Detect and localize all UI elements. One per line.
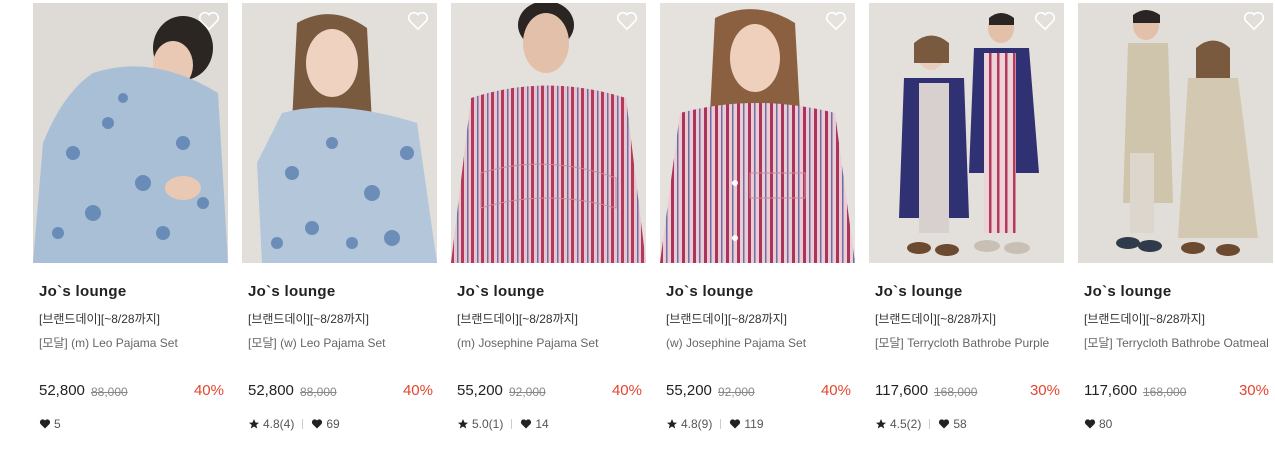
sale-price: 55,200 (666, 382, 712, 399)
product-photo (660, 3, 855, 263)
sale-price: 52,800 (248, 382, 294, 399)
product-photo (242, 3, 437, 263)
product-image[interactable] (451, 3, 646, 263)
rating-value: 4.8(4) (263, 417, 295, 431)
original-price: 92,000 (718, 385, 755, 399)
likes-count: 58 (953, 417, 967, 431)
sale-price: 117,600 (875, 382, 929, 399)
promo-label: [브랜드데이][~8/28까지] (1084, 312, 1205, 326)
sale-price: 117,600 (1084, 382, 1138, 399)
brand-name[interactable]: Jo`s lounge (1084, 283, 1171, 300)
product-photo (451, 3, 646, 263)
brand-name[interactable]: Jo`s lounge (248, 283, 335, 300)
discount-rate: 40% (820, 382, 851, 399)
product-photo (1078, 3, 1273, 263)
product-image[interactable] (33, 3, 228, 263)
product-card[interactable]: Jo`s lounge [브랜드데이][~8/28까지] (m) Josephi… (451, 3, 646, 431)
product-photo (33, 3, 228, 263)
price-row: 52,800 88,000 40% (39, 382, 224, 402)
wishlist-heart-icon[interactable] (407, 11, 429, 31)
original-price: 88,000 (300, 385, 337, 399)
discount-rate: 30% (1238, 382, 1269, 399)
star-icon (667, 419, 677, 429)
wishlist-heart-icon[interactable] (616, 11, 638, 31)
meta-divider (302, 419, 304, 429)
likes-count: 80 (1099, 417, 1113, 431)
heart-filled-icon (521, 419, 532, 429)
price-row: 55,200 92,000 40% (666, 382, 851, 402)
product-image[interactable] (660, 3, 855, 263)
product-photo (869, 3, 1064, 263)
meta-divider (929, 419, 931, 429)
promo-label: [브랜드데이][~8/28까지] (457, 312, 578, 326)
promo-label: [브랜드데이][~8/28까지] (248, 312, 369, 326)
price-row: 52,800 88,000 40% (248, 382, 433, 402)
wishlist-heart-icon[interactable] (1034, 11, 1056, 31)
original-price: 88,000 (91, 385, 128, 399)
original-price: 168,000 (934, 385, 978, 399)
meta-divider (511, 419, 513, 429)
star-icon (876, 419, 886, 429)
product-meta: 4.8(4) 69 (248, 417, 340, 433)
product-meta: 5 (39, 417, 61, 433)
brand-name[interactable]: Jo`s lounge (457, 283, 544, 300)
heart-filled-icon (730, 419, 741, 429)
promo-label: [브랜드데이][~8/28까지] (666, 312, 787, 326)
product-meta: 5.0(1) 14 (457, 417, 549, 433)
product-meta: 4.5(2) 58 (875, 417, 967, 433)
promo-label: [브랜드데이][~8/28까지] (875, 312, 996, 326)
heart-filled-icon (312, 419, 323, 429)
likes-count: 14 (535, 417, 549, 431)
wishlist-heart-icon[interactable] (1243, 11, 1265, 31)
price-row: 117,600 168,000 30% (1084, 382, 1269, 402)
rating-value: 4.5(2) (890, 417, 922, 431)
original-price: 168,000 (1143, 385, 1187, 399)
wishlist-heart-icon[interactable] (198, 11, 220, 31)
product-image[interactable] (242, 3, 437, 263)
heart-filled-icon (39, 419, 51, 429)
product-name[interactable]: (w) Josephine Pajama Set (666, 336, 852, 351)
discount-rate: 40% (402, 382, 433, 399)
star-icon (458, 419, 468, 429)
product-name[interactable]: [모달] (m) Leo Pajama Set (39, 336, 225, 351)
discount-rate: 30% (1029, 382, 1060, 399)
sale-price: 55,200 (457, 382, 503, 399)
price-row: 55,200 92,000 40% (457, 382, 642, 402)
product-name[interactable]: [모달] Terrycloth Bathrobe Purple (875, 336, 1061, 351)
discount-rate: 40% (193, 382, 224, 399)
product-name[interactable]: (m) Josephine Pajama Set (457, 336, 643, 351)
meta-divider (720, 419, 722, 429)
product-card[interactable]: Jo`s lounge [브랜드데이][~8/28까지] [모달] (m) Le… (33, 3, 228, 431)
original-price: 92,000 (509, 385, 546, 399)
product-card[interactable]: Jo`s lounge [브랜드데이][~8/28까지] [모달] (w) Le… (242, 3, 437, 431)
product-name[interactable]: [모달] Terrycloth Bathrobe Oatmeal (1084, 336, 1270, 351)
likes-count: 5 (54, 417, 61, 431)
product-meta: 4.8(9) 119 (666, 417, 764, 433)
product-card[interactable]: Jo`s lounge [브랜드데이][~8/28까지] [모달] Terryc… (1078, 3, 1273, 431)
likes-count: 69 (326, 417, 340, 431)
product-card[interactable]: Jo`s lounge [브랜드데이][~8/28까지] [모달] Terryc… (869, 3, 1064, 431)
brand-name[interactable]: Jo`s lounge (875, 283, 962, 300)
product-meta: 80 (1084, 417, 1112, 433)
promo-label: [브랜드데이][~8/28까지] (39, 312, 160, 326)
wishlist-heart-icon[interactable] (825, 11, 847, 31)
discount-rate: 40% (611, 382, 642, 399)
product-image[interactable] (869, 3, 1064, 263)
heart-filled-icon (1084, 419, 1096, 429)
product-image[interactable] (1078, 3, 1273, 263)
product-grid: Jo`s lounge [브랜드데이][~8/28까지] [모달] (m) Le… (0, 0, 1275, 468)
rating-value: 5.0(1) (472, 417, 504, 431)
price-row: 117,600 168,000 30% (875, 382, 1060, 402)
rating-value: 4.8(9) (681, 417, 713, 431)
product-card[interactable]: Jo`s lounge [브랜드데이][~8/28까지] (w) Josephi… (660, 3, 855, 431)
brand-name[interactable]: Jo`s lounge (39, 283, 126, 300)
likes-count: 119 (744, 417, 764, 431)
sale-price: 52,800 (39, 382, 85, 399)
star-icon (249, 419, 259, 429)
heart-filled-icon (939, 419, 950, 429)
product-name[interactable]: [모달] (w) Leo Pajama Set (248, 336, 434, 351)
brand-name[interactable]: Jo`s lounge (666, 283, 753, 300)
